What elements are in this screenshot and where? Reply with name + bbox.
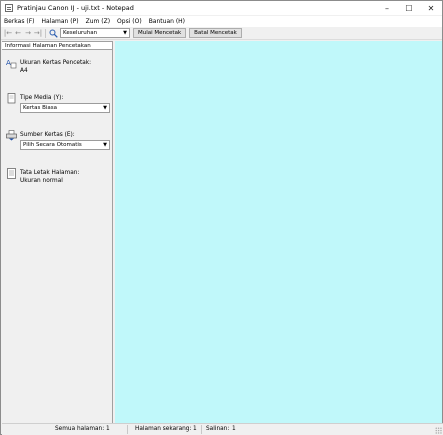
status-divider xyxy=(127,425,128,434)
page-layout-section: Tata Letak Halaman: Ukuran normal xyxy=(6,168,110,190)
toolbar-divider xyxy=(45,28,46,38)
chevron-down-icon: ▼ xyxy=(123,30,127,36)
media-type-section: Tipe Media (Y): Kertas Biasa ▼ xyxy=(6,93,110,115)
copies-label: Salinan: xyxy=(206,426,230,432)
title-bar: Pratinjau Canon IJ - uji.txt - Notepad –… xyxy=(1,1,442,15)
paper-source-value: Pilih Secara Otomatis xyxy=(23,142,82,148)
paper-size-icon: A xyxy=(6,58,17,69)
menu-options[interactable]: Opsi (O) xyxy=(117,18,142,25)
toolbar: |← ← → →| Keseluruhan ▼ Mulai Mencetak B… xyxy=(1,27,442,40)
copies-value: 1 xyxy=(232,426,236,432)
window-title: Pratinjau Canon IJ - uji.txt - Notepad xyxy=(17,4,134,12)
paper-size-section: A Ukuran Kertas Pencetak: A4 xyxy=(6,58,110,80)
paper-source-label: Sumber Kertas (E): xyxy=(20,132,75,138)
media-type-icon xyxy=(6,93,17,104)
zoom-dropdown-value: Keseluruhan xyxy=(63,30,98,36)
status-bar: Semua halaman: 1 Halaman sekarang: 1 Sal… xyxy=(2,423,443,435)
cancel-print-button[interactable]: Batal Mencetak xyxy=(189,28,242,38)
media-type-dropdown[interactable]: Kertas Biasa ▼ xyxy=(20,103,110,113)
notepad-app-icon xyxy=(5,4,13,12)
menu-page[interactable]: Halaman (P) xyxy=(42,18,79,25)
print-info-panel: Informasi Halaman Pencetakan A Ukuran Ke… xyxy=(2,41,113,423)
page-layout-label: Tata Letak Halaman: xyxy=(20,170,80,176)
zoom-icon[interactable] xyxy=(48,28,58,38)
next-page-icon[interactable]: → xyxy=(23,28,33,38)
media-type-value: Kertas Biasa xyxy=(23,105,58,111)
total-pages-value: 1 xyxy=(106,426,110,432)
page-layout-value: Ukuran normal xyxy=(20,178,63,184)
chevron-down-icon: ▼ xyxy=(103,105,107,111)
paper-size-label: Ukuran Kertas Pencetak: xyxy=(20,60,92,66)
start-print-button[interactable]: Mulai Mencetak xyxy=(133,28,187,38)
page-layout-icon xyxy=(6,168,17,179)
total-pages-label: Semua halaman: xyxy=(55,426,105,432)
previous-page-icon[interactable]: ← xyxy=(13,28,23,38)
paper-size-value: A4 xyxy=(20,68,28,74)
paper-source-icon xyxy=(6,130,17,141)
minimize-button[interactable]: – xyxy=(376,1,398,15)
window-controls: – ☐ ✕ xyxy=(376,1,442,15)
last-page-icon[interactable]: →| xyxy=(33,28,43,38)
menu-zoom[interactable]: Zum (Z) xyxy=(86,18,110,25)
zoom-dropdown[interactable]: Keseluruhan ▼ xyxy=(60,28,130,38)
svg-text:A: A xyxy=(6,59,11,67)
panel-header: Informasi Halaman Pencetakan xyxy=(2,41,112,50)
menu-bar: Berkas (F) Halaman (P) Zum (Z) Opsi (O) … xyxy=(1,16,442,27)
chevron-down-icon: ▼ xyxy=(103,142,107,148)
current-page-label: Halaman sekarang: xyxy=(135,426,192,432)
status-divider xyxy=(201,425,202,434)
current-page-value: 1 xyxy=(193,426,197,432)
paper-source-section: Sumber Kertas (E): Pilih Secara Otomatis… xyxy=(6,130,110,152)
maximize-button[interactable]: ☐ xyxy=(398,1,420,15)
first-page-icon[interactable]: |← xyxy=(3,28,13,38)
menu-file[interactable]: Berkas (F) xyxy=(4,18,35,25)
paper-source-dropdown[interactable]: Pilih Secara Otomatis ▼ xyxy=(20,140,110,150)
close-button[interactable]: ✕ xyxy=(420,1,442,15)
app-window: Pratinjau Canon IJ - uji.txt - Notepad –… xyxy=(0,0,443,435)
media-type-label: Tipe Media (Y): xyxy=(20,95,64,101)
resize-grip-icon[interactable] xyxy=(435,427,442,434)
menu-help[interactable]: Bantuan (H) xyxy=(149,18,185,25)
print-preview-area[interactable] xyxy=(115,41,442,423)
